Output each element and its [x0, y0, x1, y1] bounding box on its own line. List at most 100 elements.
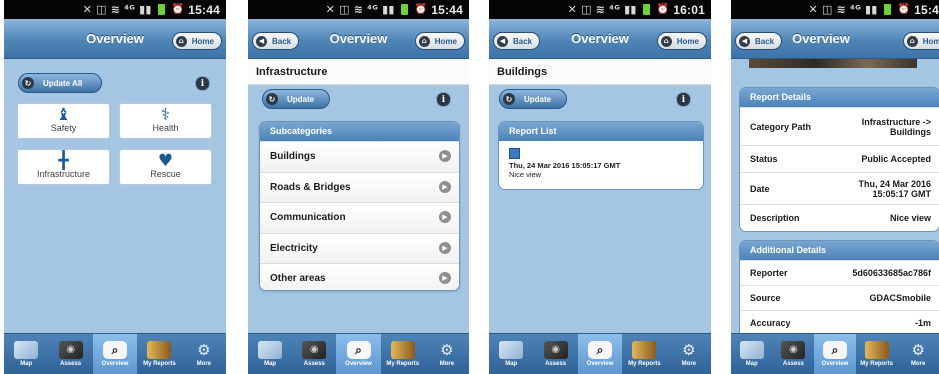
- list-item-label: Roads & Bridges: [270, 181, 351, 193]
- tab-label: My Reports: [143, 361, 176, 367]
- magnifier-icon: ⌕: [588, 341, 613, 359]
- detail-row-category-path: Category Path Infrastructure -> Buildings: [740, 107, 939, 145]
- subcategory-item-roads-bridges[interactable]: Roads & Bridges ▶: [260, 171, 459, 202]
- update-all-label: Update All: [43, 78, 83, 88]
- screen-infrastructure: ✕ ◫ ≋ ⁴ᴳ ▮▮ ⏰ 15:44 ◀ Back Overview ⌂ Ho…: [248, 0, 469, 374]
- tab-overview[interactable]: ⌕ Overview: [336, 334, 381, 374]
- map-icon: .: [499, 341, 524, 359]
- battery-icon: [400, 4, 408, 15]
- home-icon: ⌂: [418, 35, 430, 47]
- map-icon: .: [258, 341, 283, 359]
- subcategory-item-other-areas[interactable]: Other areas ▶: [260, 263, 459, 290]
- tab-assess[interactable]: ◉ Assess: [773, 334, 815, 374]
- detail-row-accuracy: Accuracy -1m: [740, 310, 939, 335]
- home-button[interactable]: ⌂ Home: [171, 32, 222, 50]
- header-bar: Overview ⌂ Home: [4, 19, 226, 59]
- detail-value: GDACSmobile: [869, 293, 931, 303]
- tab-map[interactable]: . Map: [248, 334, 292, 374]
- tab-label: Assess: [545, 361, 567, 367]
- tab-label: Overview: [586, 361, 614, 367]
- list-header: Subcategories: [260, 122, 459, 141]
- tab-label: Assess: [303, 361, 325, 367]
- detail-key: Date: [750, 183, 770, 194]
- home-icon: ⌂: [906, 35, 918, 47]
- tab-label: Overview: [821, 361, 849, 367]
- home-button[interactable]: ⌂ Home: [902, 32, 939, 50]
- home-button-label: Home: [434, 36, 457, 46]
- tile-safety[interactable]: ♝ Safety: [17, 103, 110, 139]
- tab-label: My Reports: [628, 361, 661, 367]
- tab-assess[interactable]: ◉ Assess: [533, 334, 577, 374]
- subcategory-item-electricity[interactable]: Electricity ▶: [260, 232, 459, 263]
- home-button[interactable]: ⌂ Home: [656, 32, 707, 50]
- tab-map[interactable]: . Map: [731, 334, 773, 374]
- tab-label: Overview: [101, 361, 129, 367]
- tab-my-reports[interactable]: . My Reports: [381, 334, 425, 374]
- update-all-button[interactable]: ↻ Update All: [18, 73, 102, 93]
- subcategory-item-communication[interactable]: Communication ▶: [260, 202, 459, 233]
- chevron-right-icon: ▶: [439, 241, 451, 254]
- page-title: Infrastructure: [248, 59, 469, 85]
- status-bar: ✕ ◫ ≋ ⁴ᴳ ▮▮ ⏰ 15:44: [4, 0, 226, 19]
- gear-icon: ⚙: [911, 341, 925, 359]
- chevron-right-icon: ▶: [439, 150, 451, 162]
- battery-icon: [642, 4, 650, 15]
- tile-health[interactable]: ⚕ Health: [119, 103, 212, 139]
- tab-label: More: [911, 361, 926, 367]
- home-button-label: Home: [922, 36, 939, 46]
- home-icon: ⌂: [660, 35, 672, 47]
- refresh-icon: ↻: [266, 93, 278, 105]
- tab-overview[interactable]: ⌕ Overview: [92, 334, 138, 374]
- list-item-label: Electricity: [270, 242, 318, 254]
- tab-my-reports[interactable]: . My Reports: [856, 334, 898, 374]
- tab-overview[interactable]: ⌕ Overview: [814, 334, 856, 374]
- header-bar: ◀ Back Overview ⌂ Home: [731, 19, 939, 59]
- tab-more[interactable]: ⚙ More: [425, 334, 469, 374]
- status-icons: ✕ ◫ ≋ ⁴ᴳ ▮▮: [808, 3, 878, 16]
- detail-value: Nice view: [889, 213, 931, 223]
- tab-map[interactable]: . Map: [489, 334, 533, 374]
- info-icon[interactable]: i: [195, 76, 210, 91]
- refresh-icon: ↻: [22, 77, 34, 89]
- tile-rescue[interactable]: ♥ Rescue: [119, 149, 212, 185]
- status-icons: ✕ ◫ ≋ ⁴ᴳ ▮▮: [325, 3, 395, 16]
- signpost-icon: ╋: [58, 151, 69, 171]
- header-bar: ◀ Back Overview ⌂ Home: [248, 19, 469, 59]
- update-button[interactable]: ↻ Update: [262, 89, 330, 109]
- report-thumbnail-icon: [509, 148, 520, 159]
- tab-more[interactable]: ⚙ More: [182, 334, 226, 374]
- report-details-content: Report Details Category Path Infrastructu…: [731, 59, 939, 342]
- tab-assess[interactable]: ◉ Assess: [292, 334, 336, 374]
- tab-label: My Reports: [860, 361, 893, 367]
- report-item[interactable]: Thu, 24 Mar 2016 15:05:17 GMT Nice view: [499, 141, 703, 187]
- detail-key: Accuracy: [750, 318, 791, 328]
- home-button[interactable]: ⌂ Home: [414, 32, 465, 50]
- tab-label: Map: [264, 361, 277, 367]
- status-bar: ✕ ◫ ≋ ⁴ᴳ ▮▮ ⏰ 15:44: [248, 0, 469, 19]
- report-date: Thu, 24 Mar 2016 15:05:17 GMT: [509, 161, 621, 170]
- update-button[interactable]: ↻ Update: [499, 89, 567, 109]
- tab-map[interactable]: . Map: [4, 334, 48, 374]
- tab-label: Assess: [60, 361, 82, 367]
- tab-more[interactable]: ⚙ More: [667, 334, 711, 374]
- subcategory-item-buildings[interactable]: Buildings ▶: [260, 141, 459, 172]
- gear-icon: ⚙: [440, 341, 454, 359]
- report-details-table: Report Details Category Path Infrastructu…: [739, 87, 939, 232]
- info-icon[interactable]: i: [676, 92, 691, 107]
- screen-buildings: ✕ ◫ ≋ ⁴ᴳ ▮▮ ⏰ 16:01 ◀ Back Overview ⌂ Ho…: [489, 0, 711, 374]
- detail-row-date: Date Thu, 24 Mar 2016 15:05:17 GMT: [740, 172, 939, 204]
- tab-assess[interactable]: ◉ Assess: [48, 334, 92, 374]
- tile-label: Safety: [50, 123, 77, 133]
- tab-my-reports[interactable]: . My Reports: [622, 334, 666, 374]
- status-time: 16:01: [673, 2, 705, 17]
- tab-my-reports[interactable]: . My Reports: [137, 334, 181, 374]
- header-bar: ◀ Back Overview ⌂ Home: [489, 19, 711, 59]
- info-icon[interactable]: i: [436, 92, 451, 107]
- tab-bar: . Map ◉ Assess ⌕ Overview . My Reports ⚙ More: [248, 333, 469, 374]
- tab-more[interactable]: ⚙ More: [897, 334, 939, 374]
- report-list: Report List Thu, 24 Mar 2016 15:05:17 GM…: [498, 121, 704, 190]
- tile-infrastructure[interactable]: ╋ Infrastructure: [17, 149, 110, 185]
- tab-overview[interactable]: ⌕ Overview: [577, 334, 623, 374]
- magnifier-icon: ⌕: [346, 341, 371, 359]
- tab-label: Map: [505, 361, 518, 367]
